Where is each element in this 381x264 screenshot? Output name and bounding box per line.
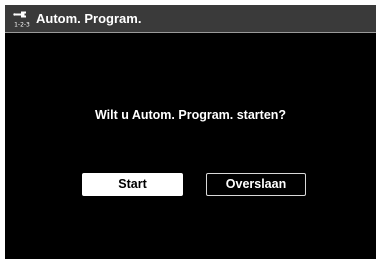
title-bar: 1-2-3 Autom. Program. (5, 5, 376, 33)
setup-icon-caption: 1-2-3 (14, 22, 30, 29)
start-button[interactable]: Start (82, 173, 183, 196)
setup-wrench-icon: 1-2-3 (12, 9, 32, 29)
confirmation-question: Wilt u Autom. Program. starten? (94, 108, 287, 122)
skip-button[interactable]: Overslaan (206, 173, 306, 196)
screen-title: Autom. Program. (36, 11, 142, 26)
auto-program-screen: 1-2-3 Autom. Program. Wilt u Autom. Prog… (5, 5, 376, 259)
